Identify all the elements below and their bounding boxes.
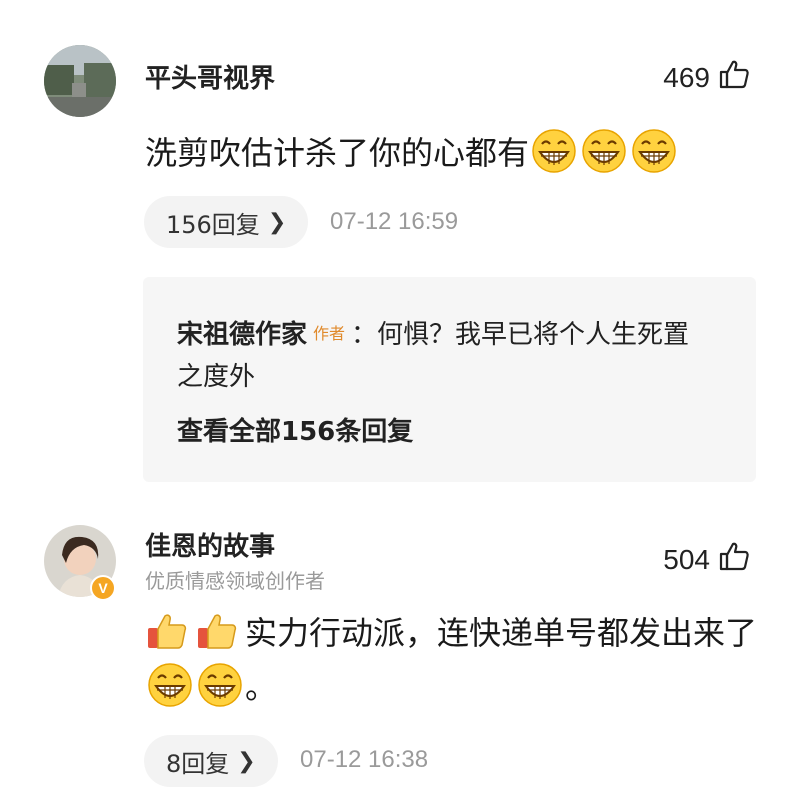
- grinning-face-icon: [197, 662, 243, 708]
- view-all-replies-link[interactable]: 查看全部156条回复: [177, 411, 413, 448]
- like-count: 469: [663, 61, 710, 93]
- thumbs-up-emoji-icon: [145, 608, 189, 652]
- grinning-face-icon: [531, 128, 577, 174]
- reply-preview-box[interactable]: 宋祖德作家 作者 ：何惧？我早已将个人生死置之度外 查看全部156条回复: [143, 277, 756, 482]
- comment-text-content: 洗剪吹估计杀了你的心都有: [145, 134, 530, 172]
- username[interactable]: 佳恩的故事: [145, 526, 275, 563]
- user-title: 优质情感领域创作者: [145, 569, 325, 593]
- username[interactable]: 平头哥视界: [145, 58, 275, 95]
- reply-username[interactable]: 宋祖德作家: [177, 320, 307, 350]
- reply-count-button[interactable]: 156回复 ❯: [144, 196, 309, 248]
- like-button[interactable]: 504: [663, 540, 750, 579]
- reply-count-label: 156回复: [166, 210, 260, 239]
- timestamp: 07-12 16:59: [330, 208, 459, 235]
- timestamp: 07-12 16:38: [300, 746, 429, 773]
- top-reply: 宋祖德作家 作者 ：何惧？我早已将个人生死置之度外: [177, 313, 707, 398]
- comment-text-end: 。: [245, 668, 278, 706]
- grinning-face-icon: [631, 128, 677, 174]
- reply-count-label: 8回复: [166, 749, 230, 778]
- grinning-face-icon: [581, 128, 627, 174]
- thumbs-up-emoji-icon: [195, 608, 239, 652]
- chevron-right-icon: ❯: [237, 748, 256, 774]
- reply-count-button[interactable]: 8回复 ❯: [144, 735, 278, 787]
- comment-text-content: 实力行动派，连快递单号都发出来了: [245, 614, 758, 652]
- verified-badge: V: [90, 575, 116, 601]
- like-count: 504: [663, 543, 710, 575]
- grinning-face-icon: [147, 662, 193, 708]
- comment-text: 洗剪吹估计杀了你的心都有: [145, 126, 679, 180]
- thumbs-up-icon: [718, 540, 750, 579]
- chevron-right-icon: ❯: [267, 209, 287, 235]
- comment-text: 实力行动派，连快递单号都发出来了。: [145, 606, 760, 714]
- avatar[interactable]: [44, 45, 116, 117]
- thumbs-up-icon: [718, 58, 750, 97]
- like-button[interactable]: 469: [663, 58, 750, 97]
- author-tag: 作者: [313, 324, 346, 343]
